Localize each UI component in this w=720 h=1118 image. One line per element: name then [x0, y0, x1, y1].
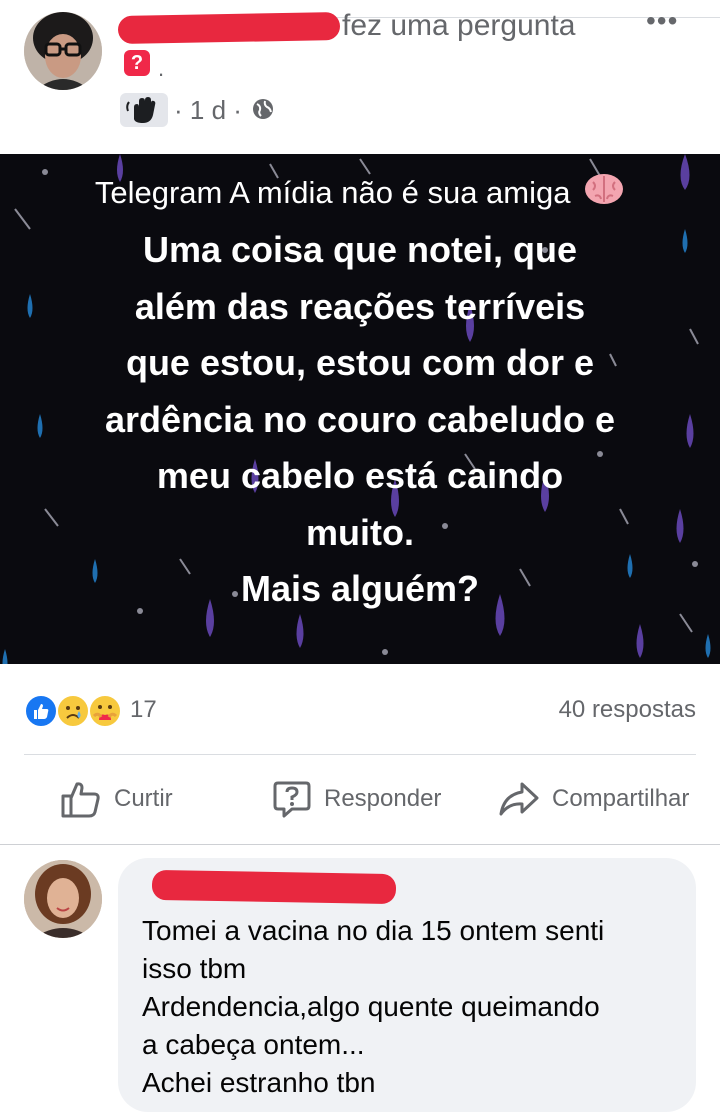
- banner-line: além das reações terríveis: [134, 285, 586, 327]
- comment-line: Achei estranho tbn: [142, 1067, 376, 1098]
- post-time: · 1 d ·: [174, 95, 242, 125]
- sad-reaction-icon: [56, 694, 90, 728]
- banner-main-text: Uma coisa que notei, que além das reaçõe…: [40, 222, 680, 618]
- divider: [0, 844, 720, 845]
- redacted-author-name: [117, 12, 341, 44]
- question-bubble-icon: [273, 781, 311, 818]
- banner-line: Uma coisa que notei, que: [142, 229, 578, 270]
- share-button[interactable]: Compartilhar: [498, 776, 689, 822]
- wave-icon[interactable]: [120, 93, 168, 127]
- question-icon: ?: [124, 50, 150, 76]
- reply-button[interactable]: Responder: [272, 776, 441, 822]
- like-label: Curtir: [114, 785, 173, 812]
- more-icon[interactable]: •••: [646, 6, 678, 36]
- post-header-action: fez uma pergunta: [342, 9, 576, 42]
- comment-line: isso tbm: [142, 953, 247, 984]
- share-label: Compartilhar: [552, 785, 690, 812]
- comment-line: Tomei a vacina no dia 15 ontem senti: [142, 915, 605, 946]
- comment-line: a cabeça ontem...: [142, 1029, 365, 1060]
- care-reaction-icon: [88, 694, 122, 728]
- responses-count[interactable]: 40 respostas: [559, 696, 696, 724]
- banner-line: que estou, estou com dor e: [125, 342, 595, 383]
- comment-text: Tomei a vacina no dia 15 ontem senti iss…: [142, 912, 604, 1102]
- globe-icon: [252, 98, 274, 120]
- divider: [24, 754, 696, 755]
- like-button[interactable]: Curtir: [60, 776, 173, 822]
- commenter-avatar[interactable]: [24, 860, 102, 938]
- banner-line: ardência no couro cabeludo e: [104, 398, 616, 440]
- share-arrow-icon: [499, 782, 539, 816]
- badge-suffix: .: [158, 56, 165, 81]
- banner-line: muito.: [306, 511, 414, 553]
- banner-subtitle: Telegram A mídia não é sua amiga: [0, 172, 720, 217]
- thumbs-up-icon: [61, 782, 100, 818]
- reply-label: Responder: [324, 785, 442, 812]
- banner-line: meu cabelo está caindo: [156, 455, 564, 496]
- redacted-commenter-name: [151, 869, 397, 905]
- banner-line: Mais alguém?: [240, 568, 480, 609]
- reaction-count[interactable]: 17: [130, 696, 157, 724]
- like-reaction-icon: [24, 694, 58, 728]
- comment-line: Ardendencia,algo quente queimando: [142, 991, 600, 1022]
- author-avatar[interactable]: [24, 12, 102, 90]
- brain-icon: [583, 172, 625, 217]
